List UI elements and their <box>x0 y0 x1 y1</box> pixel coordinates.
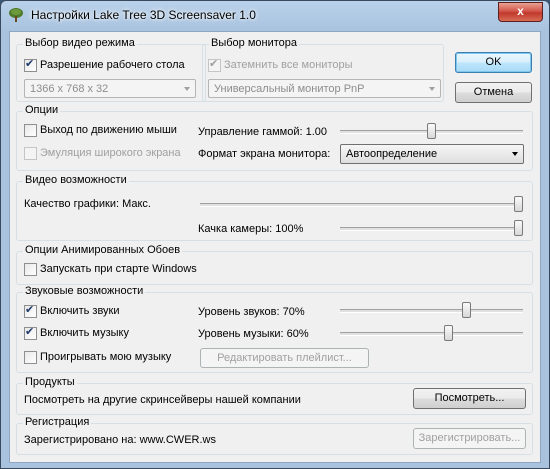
resolution-value: 1366 x 768 x 32 <box>30 83 109 95</box>
registration-text: Зарегистрировано на: www.CWER.ws <box>24 434 216 446</box>
video-title: Видео возможности <box>23 174 129 186</box>
desktop-resolution-label: Разрешение рабочего стола <box>40 59 185 71</box>
window-title: Настройки Lake Tree 3D Screensaver 1.0 <box>31 8 256 22</box>
my-music-label: Проигрывать мою музыку <box>40 351 172 363</box>
close-button[interactable]: x <box>498 2 543 22</box>
sound-title: Звуковые возможности <box>23 285 146 297</box>
sound-level-label: Уровень звуков: 70% <box>198 306 305 318</box>
title-bar[interactable]: Настройки Lake Tree 3D Screensaver 1.0 x <box>1 1 549 29</box>
camera-label: Качка камеры: 100% <box>198 223 304 235</box>
slider-thumb[interactable] <box>462 302 471 318</box>
monitor-value: Универсальный монитор PnP <box>214 83 365 95</box>
register-button: Зарегистрировать... <box>413 428 526 449</box>
gamma-label: Управление гаммой: 1.00 <box>198 126 328 138</box>
quality-label: Качество графики: Макс. <box>24 198 151 210</box>
chevron-down-icon <box>429 87 435 91</box>
sounds-checkbox[interactable] <box>24 303 37 318</box>
slider-thumb[interactable] <box>514 196 523 212</box>
tree-icon <box>9 8 23 22</box>
sounds-label: Включить звуки <box>40 305 120 317</box>
monitor-title: Выбор монитора <box>209 37 300 49</box>
quality-slider[interactable] <box>200 196 523 212</box>
slider-thumb[interactable] <box>514 220 523 236</box>
aspect-select[interactable]: Автоопределение <box>340 144 524 164</box>
monitor-select: Универсальный монитор PnP <box>208 79 441 98</box>
widescreen-checkbox <box>24 147 37 160</box>
products-title: Продукты <box>23 376 77 388</box>
ok-button[interactable]: OK <box>455 52 532 73</box>
dim-monitors-label: Затемнить все мониторы <box>224 59 353 71</box>
slider-track <box>200 203 523 207</box>
slider-track <box>340 227 523 231</box>
aspect-value: Автоопределение <box>346 148 438 160</box>
music-level-slider[interactable] <box>340 325 523 341</box>
registration-title: Регистрация <box>23 416 92 428</box>
dim-monitors-checkbox <box>208 57 221 72</box>
settings-window: Настройки Lake Tree 3D Screensaver 1.0 x… <box>0 0 550 469</box>
music-checkbox[interactable] <box>24 325 37 340</box>
chevron-down-icon <box>184 87 190 91</box>
widescreen-label: Эмуляция широкого экрана <box>40 147 181 159</box>
options-title: Опции <box>23 104 61 116</box>
music-level-label: Уровень музыки: 60% <box>198 328 309 340</box>
desktop-resolution-checkbox[interactable] <box>24 57 37 72</box>
aspect-label: Формат экрана монитора: <box>198 148 331 160</box>
dialog-body: Выбор видео режима Разрешение рабочего с… <box>9 31 541 463</box>
music-label: Включить музыку <box>40 327 129 339</box>
resolution-select: 1366 x 768 x 32 <box>24 79 196 98</box>
video-mode-title: Выбор видео режима <box>23 37 137 49</box>
products-text: Посмотреть на другие скринсейверы нашей … <box>24 394 301 406</box>
slider-track <box>340 332 523 336</box>
startup-label: Запускать при старте Windows <box>40 263 197 275</box>
sound-level-slider[interactable] <box>340 302 523 318</box>
slider-thumb[interactable] <box>444 325 453 341</box>
view-products-button[interactable]: Посмотреть... <box>413 388 526 409</box>
slider-thumb[interactable] <box>427 123 436 139</box>
chevron-down-icon <box>512 152 518 156</box>
exit-mouse-label: Выход по движению мыши <box>40 124 177 136</box>
slider-track <box>340 309 523 313</box>
exit-mouse-checkbox[interactable] <box>24 124 37 137</box>
my-music-checkbox[interactable] <box>24 351 37 364</box>
wallpaper-title: Опции Анимированных Обоев <box>23 244 183 256</box>
camera-slider[interactable] <box>340 220 523 236</box>
edit-playlist-button: Редактировать плейлист... <box>200 348 369 368</box>
close-icon: x <box>517 4 524 18</box>
startup-checkbox[interactable] <box>24 263 37 276</box>
gamma-slider[interactable] <box>340 123 523 139</box>
cancel-button[interactable]: Отмена <box>455 82 532 103</box>
